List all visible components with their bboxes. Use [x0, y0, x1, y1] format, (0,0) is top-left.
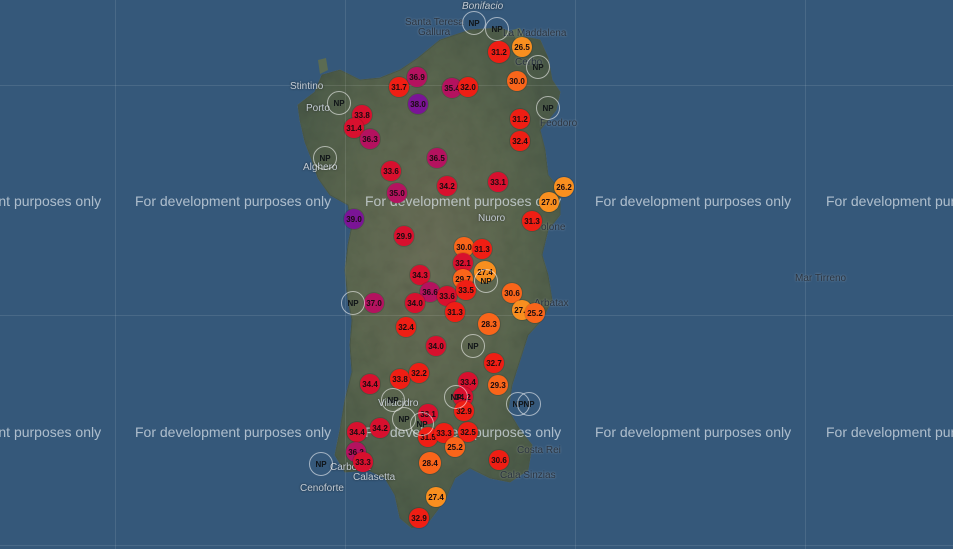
temperature-marker[interactable]: 25.2 — [525, 303, 545, 323]
grid-line — [0, 545, 953, 546]
temperature-marker[interactable]: 25.2 — [445, 437, 465, 457]
temperature-marker[interactable]: 32.4 — [396, 317, 416, 337]
np-marker[interactable]: NP — [462, 11, 486, 35]
temperature-marker[interactable]: 32.0 — [458, 77, 478, 97]
temperature-marker[interactable]: 34.0 — [426, 336, 446, 356]
np-marker[interactable]: NP — [327, 91, 351, 115]
temperature-marker[interactable]: 30.6 — [489, 450, 509, 470]
place-label: La Maddalena — [503, 28, 567, 39]
temperature-marker[interactable]: 33.3 — [353, 452, 373, 472]
np-marker[interactable]: NP — [485, 17, 509, 41]
temperature-marker[interactable]: 30.0 — [507, 71, 527, 91]
temperature-marker[interactable]: 39.0 — [344, 209, 364, 229]
temperature-marker[interactable]: 31.2 — [510, 109, 530, 129]
dev-watermark: For development purposes only — [595, 193, 792, 209]
temperature-marker[interactable]: 36.5 — [427, 148, 447, 168]
temperature-marker[interactable]: 29.3 — [488, 375, 508, 395]
np-marker[interactable]: NP — [474, 269, 498, 293]
temperature-marker[interactable]: 28.3 — [478, 313, 500, 335]
temperature-marker[interactable]: 26.2 — [554, 177, 574, 197]
place-label: Costa Rei — [517, 445, 561, 456]
temperature-marker[interactable]: 37.0 — [364, 293, 384, 313]
temperature-marker[interactable]: 36.3 — [360, 129, 380, 149]
temperature-marker[interactable]: 32.2 — [409, 363, 429, 383]
grid-line — [115, 0, 116, 549]
place-label: Bonifacio — [462, 1, 504, 12]
grid-line — [575, 0, 576, 549]
temperature-marker[interactable]: 34.2 — [437, 176, 457, 196]
np-marker[interactable]: NP — [313, 146, 337, 170]
dev-watermark: For development purposes only — [135, 193, 332, 209]
place-label: Mar Tirreno — [795, 273, 847, 284]
dev-watermark: For development purposes only — [826, 193, 953, 209]
temperature-marker[interactable]: 33.6 — [381, 161, 401, 181]
temperature-marker[interactable]: 27.4 — [426, 487, 446, 507]
dev-watermark: For development purposes only — [135, 424, 332, 440]
temperature-marker[interactable]: 34.0 — [405, 293, 425, 313]
grid-line — [0, 315, 953, 316]
np-marker[interactable]: NP — [526, 55, 550, 79]
place-label: olone — [541, 222, 566, 233]
temperature-marker[interactable]: 31.3 — [522, 211, 542, 231]
temperature-marker[interactable]: 34.2 — [370, 418, 390, 438]
place-label: Nuoro — [478, 213, 506, 224]
place-label: Gallura — [418, 27, 451, 38]
temperature-marker[interactable]: 32.9 — [409, 508, 429, 528]
map-view[interactable]: For development purposes only For develop… — [0, 0, 953, 549]
dev-watermark: For development purposes only — [0, 424, 102, 440]
np-marker[interactable]: NP — [341, 291, 365, 315]
np-marker[interactable]: NP — [309, 452, 333, 476]
temperature-marker[interactable]: 31.2 — [488, 41, 510, 63]
temperature-marker[interactable]: 27.0 — [539, 192, 559, 212]
temperature-marker[interactable]: 32.7 — [484, 353, 504, 373]
np-marker[interactable]: NP — [410, 412, 434, 436]
temperature-marker[interactable]: 31.3 — [472, 239, 492, 259]
temperature-marker[interactable]: 26.5 — [512, 37, 532, 57]
dev-watermark: For development purposes only — [0, 193, 102, 209]
temperature-marker[interactable]: 31.3 — [445, 302, 465, 322]
place-label: Cenoforte — [300, 483, 344, 494]
temperature-marker[interactable]: 33.8 — [390, 369, 410, 389]
dev-watermark: For development purposes only — [595, 424, 792, 440]
np-marker[interactable]: NP — [444, 385, 468, 409]
temperature-marker[interactable]: 35.0 — [387, 183, 407, 203]
temperature-marker[interactable]: 32.4 — [510, 131, 530, 151]
temperature-marker[interactable]: 33.1 — [488, 172, 508, 192]
dev-watermark: For development purposes only — [826, 424, 953, 440]
np-marker[interactable]: NP — [536, 96, 560, 120]
temperature-marker[interactable]: 29.9 — [394, 226, 414, 246]
temperature-marker[interactable]: 34.4 — [347, 422, 367, 442]
np-marker[interactable]: NP — [517, 392, 541, 416]
place-label: Stintino — [290, 81, 324, 92]
temperature-marker[interactable]: 33.5 — [456, 280, 476, 300]
temperature-marker[interactable]: 36.9 — [407, 67, 427, 87]
temperature-marker[interactable]: 38.0 — [408, 94, 428, 114]
place-label: Calasetta — [353, 472, 396, 483]
place-label: Cala Sinzias — [500, 470, 556, 481]
np-marker[interactable]: NP — [461, 334, 485, 358]
temperature-marker[interactable]: 31.7 — [389, 77, 409, 97]
temperature-marker[interactable]: 28.4 — [419, 452, 441, 474]
temperature-marker[interactable]: 34.4 — [360, 374, 380, 394]
